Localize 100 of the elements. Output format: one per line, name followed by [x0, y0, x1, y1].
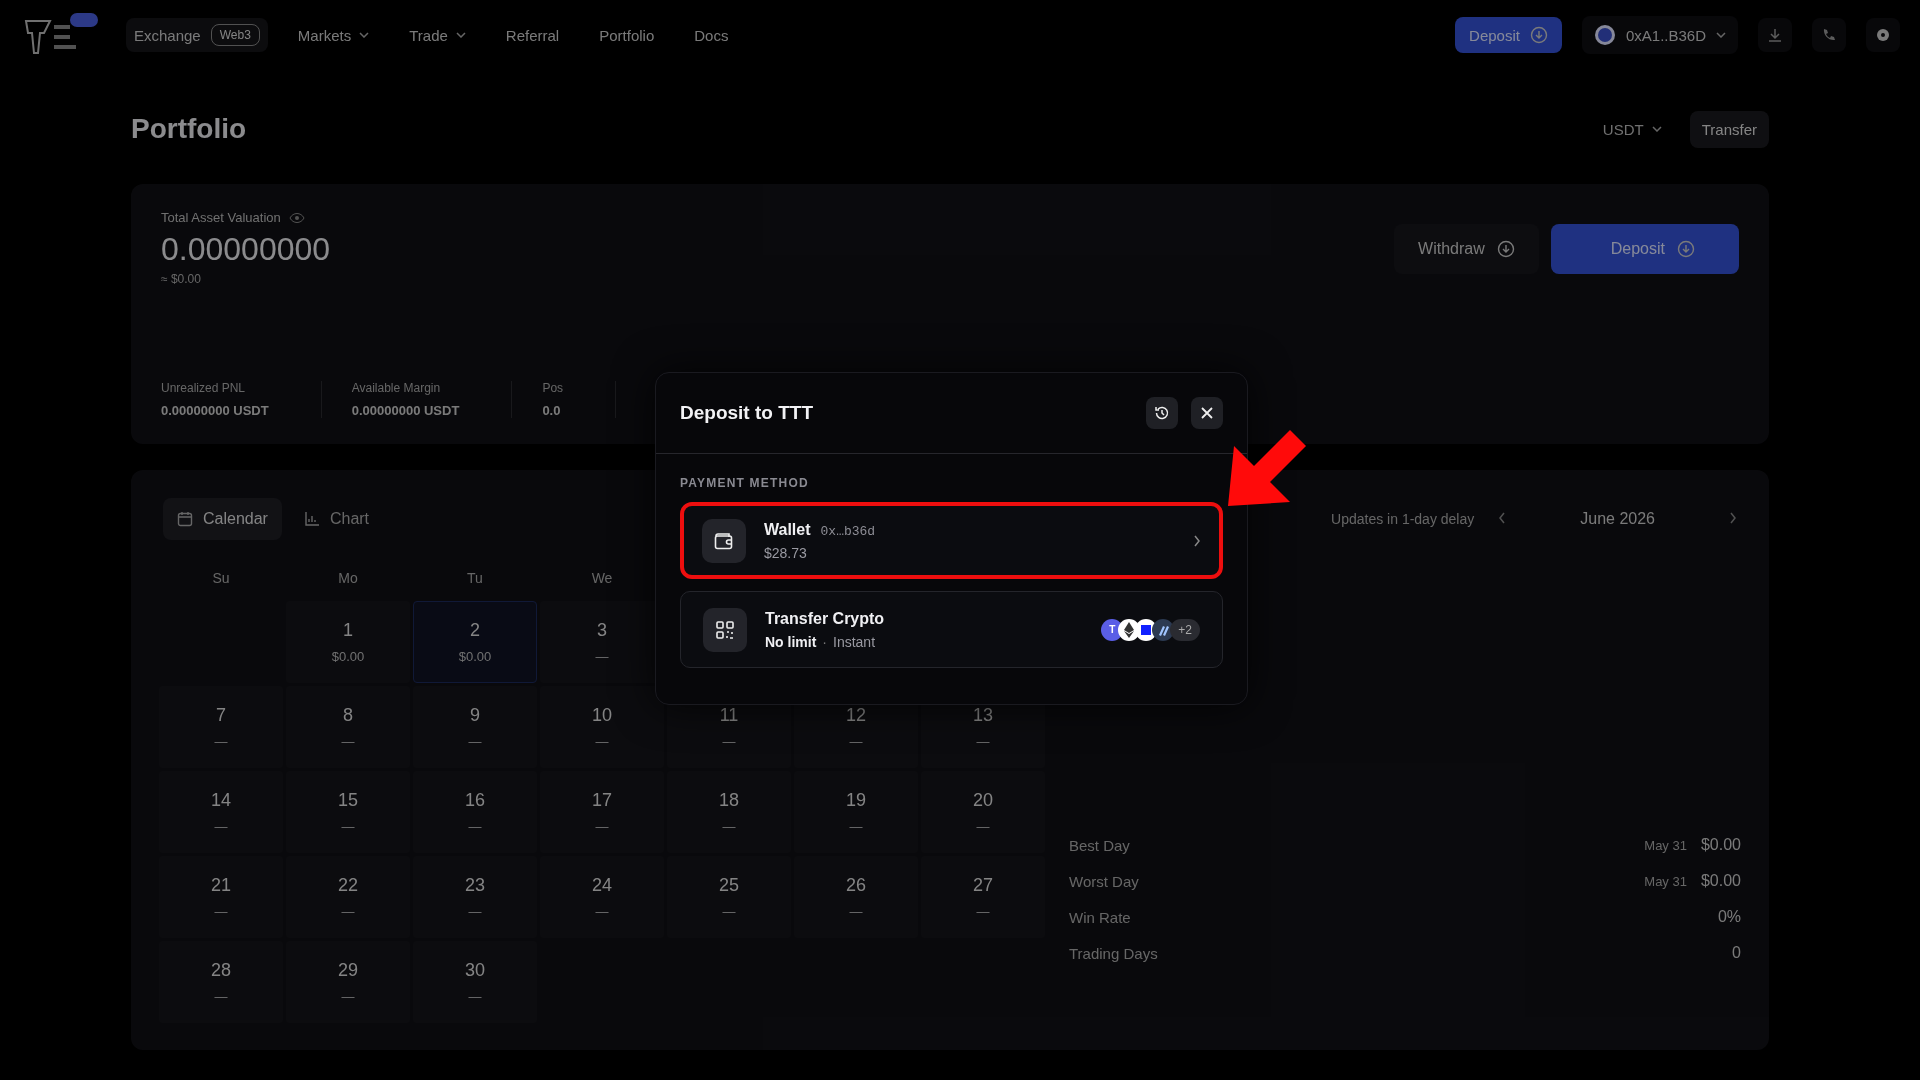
- day-cell[interactable]: 2 $0.00: [413, 601, 537, 683]
- day-pnl: —: [849, 819, 863, 834]
- chevron-left-icon: [1498, 511, 1507, 524]
- day-pnl: —: [341, 989, 355, 1004]
- nav-link[interactable]: Docs: [684, 26, 739, 44]
- day-number: 8: [343, 705, 353, 726]
- weekday-label: Mo: [337, 569, 359, 588]
- nav-link[interactable]: Trade: [399, 26, 476, 44]
- month-label: June 2026: [1579, 510, 1656, 528]
- phone-icon: [1821, 27, 1837, 43]
- withdraw-button[interactable]: Withdraw: [1394, 224, 1539, 274]
- caret-icon: [1716, 32, 1726, 38]
- day-pnl: —: [468, 904, 482, 919]
- weekday-label: Su: [211, 569, 231, 588]
- settings-icon: [1875, 27, 1891, 43]
- payment-method-option[interactable]: Wallet 0x…b36d $28.73: [680, 502, 1223, 579]
- day-pnl: —: [214, 819, 228, 834]
- wallet-balance: $28.73: [764, 544, 808, 561]
- valuation-label: Total Asset Valuation: [161, 210, 281, 225]
- method-name: Transfer Crypto: [765, 609, 886, 628]
- day-pnl: —: [214, 904, 228, 919]
- day-pnl: —: [468, 989, 482, 1004]
- day-pnl: —: [341, 734, 355, 749]
- day-number: 13: [973, 705, 993, 726]
- more-tokens-badge: +2: [1170, 618, 1200, 641]
- day-number: 14: [211, 790, 231, 811]
- wallet-address: 0x…b36d: [820, 523, 876, 539]
- deposit-button[interactable]: Deposit: [1455, 17, 1562, 53]
- day-pnl: $0.00: [458, 649, 492, 664]
- close-button[interactable]: [1191, 397, 1223, 429]
- chart-icon: [303, 511, 320, 527]
- day-pnl: —: [468, 819, 482, 834]
- day-number: 3: [597, 620, 607, 641]
- day-number: 21: [211, 875, 231, 896]
- weekday-label: We: [590, 569, 614, 588]
- arrow-down-icon: [1677, 240, 1695, 258]
- history-button[interactable]: [1146, 397, 1178, 429]
- caret-icon: [1651, 126, 1662, 132]
- day-pnl: —: [214, 989, 228, 1004]
- wallet-button[interactable]: 0xA1..B36D: [1581, 16, 1738, 54]
- stat-value: 0: [1732, 944, 1741, 962]
- stat-date: May 31: [1644, 837, 1687, 853]
- download-button[interactable]: [1758, 18, 1792, 52]
- day-pnl: —: [722, 904, 736, 919]
- exchange-switch[interactable]: Exchange Web3: [126, 18, 268, 52]
- eye-icon[interactable]: [288, 211, 305, 224]
- delay-note: Updates in 1-day delay: [1331, 511, 1475, 527]
- stat-value: $0.00: [1700, 836, 1741, 854]
- day-number: 19: [846, 790, 866, 811]
- day-number: 7: [216, 705, 226, 726]
- nav-link[interactable]: Referral: [495, 26, 570, 44]
- day-number: 25: [719, 875, 739, 896]
- method-name: Wallet: [764, 520, 811, 539]
- wallet-icon: [714, 531, 734, 550]
- stat-value: 0%: [1717, 908, 1741, 926]
- nav-link[interactable]: Portfolio: [589, 26, 665, 44]
- qr-code-icon: [715, 619, 735, 640]
- day-number: 15: [338, 790, 358, 811]
- day-number: 22: [338, 875, 358, 896]
- stat-label: Win Rate: [1069, 908, 1132, 926]
- metric-value: 0.00000000 USDT: [161, 403, 269, 418]
- separator-dot: ·: [822, 633, 827, 650]
- stat-label: Best Day: [1069, 836, 1131, 854]
- stat-date: May 31: [1644, 873, 1687, 889]
- day-pnl: —: [849, 734, 863, 749]
- day-number: 17: [592, 790, 612, 811]
- day-pnl: —: [595, 904, 609, 919]
- valuation-value: 0.00000000: [161, 231, 332, 268]
- day-pnl: —: [595, 819, 609, 834]
- calendar-icon: [177, 511, 193, 527]
- phone-button[interactable]: [1812, 18, 1846, 52]
- stat-label: Worst Day: [1069, 872, 1140, 890]
- transfer-button[interactable]: Transfer: [1689, 110, 1769, 148]
- day-pnl: —: [341, 904, 355, 919]
- day-number: 16: [465, 790, 485, 811]
- currency-select[interactable]: USDT: [1596, 119, 1668, 139]
- day-pnl: $0.00: [331, 649, 365, 664]
- stat-label: Trading Days: [1069, 944, 1159, 962]
- deposit-button[interactable]: Deposit: [1550, 224, 1739, 274]
- settings-button[interactable]: [1866, 18, 1900, 52]
- section-label: PAYMENT METHOD: [680, 476, 810, 490]
- web3-tag: Web3: [210, 24, 260, 46]
- nav-link[interactable]: Markets: [287, 26, 380, 44]
- day-number: 23: [465, 875, 485, 896]
- metric-value: 0.00000000 USDT: [351, 403, 460, 418]
- metric-label: Pos: [542, 381, 564, 395]
- day-pnl: —: [976, 819, 990, 834]
- payment-method-option[interactable]: Transfer Crypto No limit · Instant T +2: [680, 591, 1223, 668]
- day-pnl: —: [976, 734, 990, 749]
- view-tab[interactable]: Chart: [289, 498, 384, 540]
- day-number: 11: [719, 705, 739, 726]
- day-number: 18: [719, 790, 739, 811]
- stat-value: $0.00: [1700, 872, 1741, 890]
- view-tab[interactable]: Calendar: [163, 498, 282, 540]
- dialog-title: Deposit to TTT: [680, 402, 814, 424]
- metric-label: Unrealized PNL: [161, 381, 247, 395]
- day-number: 1: [343, 620, 353, 641]
- arrow-down-icon: [1529, 26, 1548, 44]
- arrow-down-icon: [1496, 240, 1515, 258]
- day-number: 20: [973, 790, 993, 811]
